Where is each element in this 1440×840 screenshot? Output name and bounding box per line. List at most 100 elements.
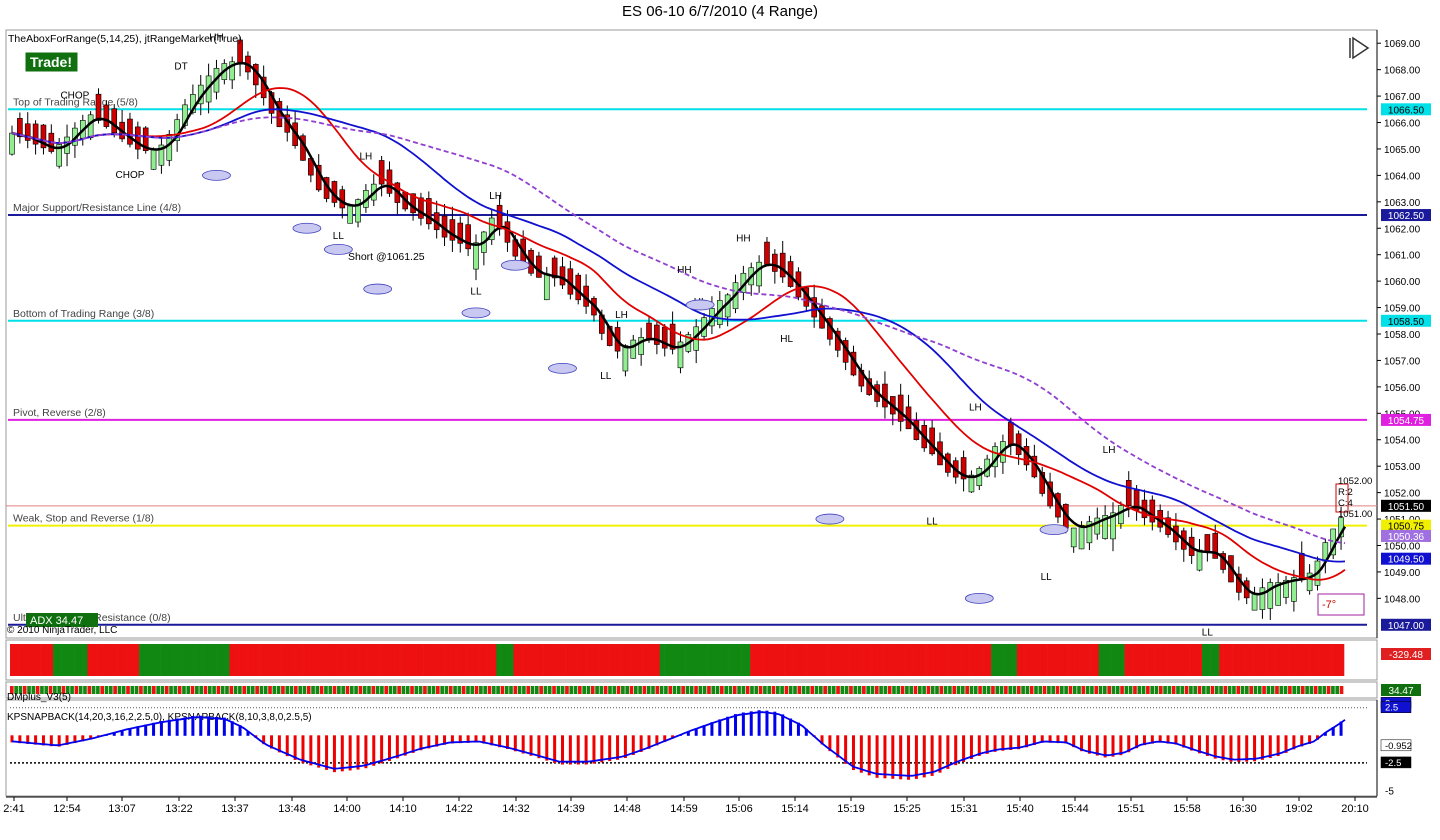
stripe-bar: [130, 644, 136, 676]
candle-body: [646, 322, 652, 340]
dmplus-bar: [164, 686, 169, 694]
dmplus-bar: [831, 686, 836, 694]
stripe-bar: [448, 644, 454, 676]
dmplus-bar: [448, 686, 453, 694]
dmplus-bar: [1189, 686, 1193, 694]
kp-hist-bar: [946, 735, 950, 769]
stripe-bar: [207, 644, 213, 676]
dmplus-bar: [431, 686, 436, 694]
candle-body: [1267, 582, 1274, 609]
stripe-bar: [659, 644, 665, 676]
candle-body: [1259, 587, 1266, 610]
dmplus-bar: [586, 686, 591, 694]
dmplus-bar: [1253, 686, 1258, 694]
dmplus-bar: [866, 686, 870, 694]
x-tick-label: 14:22: [445, 803, 473, 815]
stripe-bar: [302, 644, 308, 676]
trade-button[interactable]: Trade!: [24, 51, 79, 73]
stripe-bar: [358, 644, 364, 676]
dmplus-bar: [991, 686, 995, 694]
stripe-bar: [943, 644, 949, 676]
kp-hist-bar: [191, 716, 195, 736]
kp-hist-bar: [726, 716, 730, 736]
chart-canvas[interactable]: 1048.00 1049.00 1050.00 1051.00 1052.00 1053.…: [0, 0, 1440, 840]
kp-hist-bar: [1260, 735, 1264, 760]
dmplus-bar: [737, 686, 741, 694]
stripe-bar: [973, 644, 979, 676]
stripe-bar: [27, 644, 32, 676]
dmplus-bar: [582, 686, 586, 694]
x-tick-label: 14:10: [389, 803, 417, 815]
dmplus-bar: [849, 686, 853, 694]
swing-label: LL: [600, 371, 612, 382]
dmplus-bar: [294, 686, 298, 694]
dmplus-bar: [534, 686, 539, 694]
stripe-value-text: -329.48: [1389, 650, 1423, 661]
x-tick-label: 16:30: [1229, 803, 1257, 815]
stripe-bar: [156, 644, 161, 676]
x-tick-label: 13:48: [278, 803, 306, 815]
dmplus-bar: [1339, 686, 1344, 694]
kp-hist-bar: [348, 735, 352, 771]
dmplus-bar: [1059, 686, 1064, 694]
stripe-bar: [504, 644, 510, 676]
dmplus-bar: [840, 686, 845, 694]
stripe-bar: [616, 644, 622, 676]
stripe-bar: [1115, 644, 1121, 676]
kp-hist-bar: [907, 735, 911, 780]
stripe-bar: [982, 644, 988, 676]
dmplus-bar: [935, 686, 939, 694]
signal-ellipse: [500, 259, 530, 271]
dmplus-bar: [418, 686, 423, 694]
price-tick-label: 1061.00: [1384, 251, 1421, 262]
dmplus-bar: [117, 686, 122, 694]
stripe-bar: [220, 644, 226, 676]
dmplus-bar: [466, 686, 470, 694]
stripe-bar: [1193, 644, 1198, 676]
dmplus-bar: [806, 686, 810, 694]
kp-hist-bar: [749, 711, 753, 736]
candle-body: [347, 205, 353, 224]
stripe-bar: [814, 644, 820, 676]
dmplus-bar: [814, 686, 819, 694]
dmplus-bar: [896, 686, 901, 694]
candle-body: [929, 427, 935, 455]
dmplus-bar: [775, 686, 780, 694]
x-tick-label: 15:40: [1006, 803, 1034, 815]
dmplus-bar: [681, 686, 685, 694]
kp-hist-bar: [1221, 735, 1225, 761]
dmplus-bar: [999, 686, 1004, 694]
dmplus-bar: [1133, 686, 1137, 694]
signal-ellipse: [202, 169, 231, 181]
kp-hist-bar: [380, 735, 384, 764]
stripe-bar: [169, 644, 174, 676]
dmplus-bar: [1034, 686, 1038, 694]
level-tag-text: 1054.75: [1388, 416, 1425, 427]
dmplus-bar: [319, 686, 324, 694]
dmplus-bar: [212, 686, 216, 694]
kp-hist-bar: [954, 735, 958, 766]
candle-body: [756, 261, 762, 287]
dmplus-bar: [1214, 686, 1219, 694]
dmplus-bar: [1227, 686, 1232, 694]
stripe-bar: [1068, 644, 1074, 676]
stripe-bar: [926, 644, 932, 676]
dmplus-bar: [259, 686, 264, 694]
dmplus-bar: [1331, 686, 1335, 694]
dmplus-bar: [767, 686, 772, 694]
dmplus-bar: [1068, 686, 1073, 694]
dmplus-bar: [238, 686, 242, 694]
dmplus-bar: [870, 686, 875, 694]
dmplus-bar: [526, 686, 531, 694]
dmplus-bar: [220, 686, 225, 694]
main-indicator-label: TheAboxForRange(5,14,25), jtRangeMarker(…: [8, 33, 242, 45]
stripe-bar: [754, 644, 760, 676]
dmplus-bar: [973, 686, 978, 694]
stripe-bar: [397, 644, 402, 676]
dmplus-bar: [410, 686, 414, 694]
stripe-bar: [306, 644, 312, 676]
level-tag-text: 1058.50: [1388, 317, 1425, 328]
stripe-bar: [547, 644, 553, 676]
candle-body: [449, 219, 456, 241]
candle-body: [355, 199, 361, 223]
